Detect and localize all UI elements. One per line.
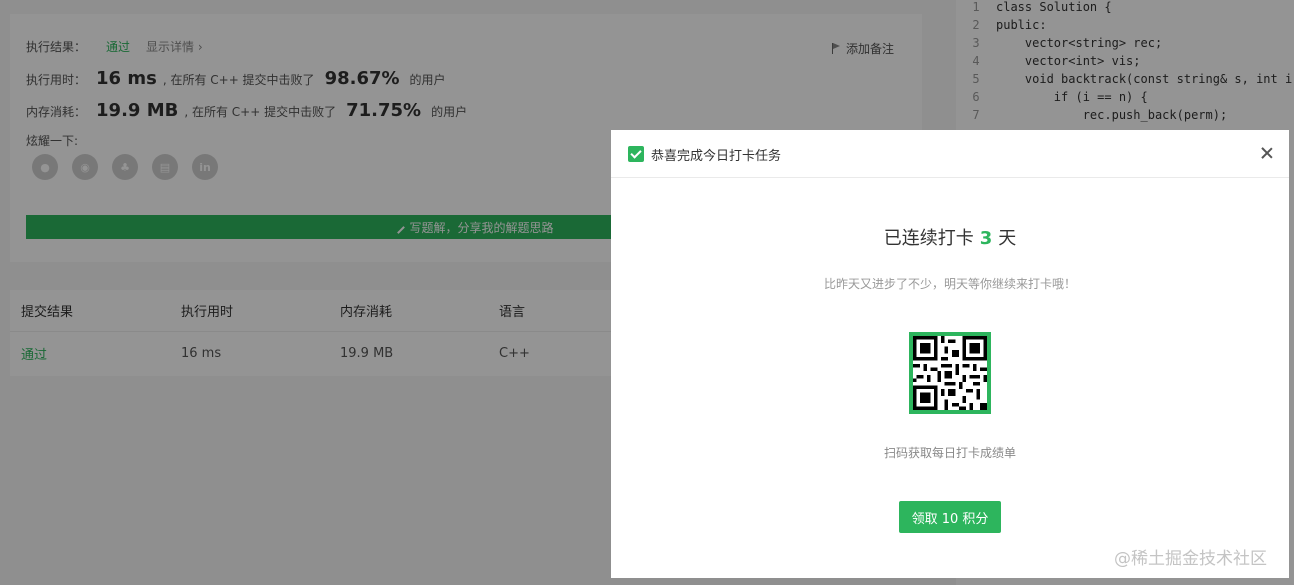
checkin-dialog: 恭喜完成今日打卡任务 已连续打卡 3 天 比昨天又进步了不少，明天等你继续来打卡哦！… xyxy=(611,130,1289,578)
encourage-text: 比昨天又进步了不少，明天等你继续来打卡哦！ xyxy=(823,277,1076,291)
claim-points-button[interactable]: 领取 10 积分 xyxy=(899,501,1001,533)
dialog-header: 恭喜完成今日打卡任务 xyxy=(611,130,1289,178)
streak-prefix: 已连续打卡 xyxy=(883,228,974,249)
qr-code-icon xyxy=(909,332,991,414)
dialog-title: 恭喜完成今日打卡任务 xyxy=(651,149,782,164)
close-icon[interactable] xyxy=(1257,144,1277,164)
streak-text: 已连续打卡 3 天 xyxy=(611,224,1289,250)
streak-days: 3 xyxy=(979,228,993,249)
watermark: @稀土掘金技术社区 xyxy=(1114,549,1267,569)
scan-text: 扫码获取每日打卡成绩单 xyxy=(883,446,1016,460)
streak-suffix: 天 xyxy=(998,228,1017,249)
checkbox-checked-icon xyxy=(628,146,644,162)
